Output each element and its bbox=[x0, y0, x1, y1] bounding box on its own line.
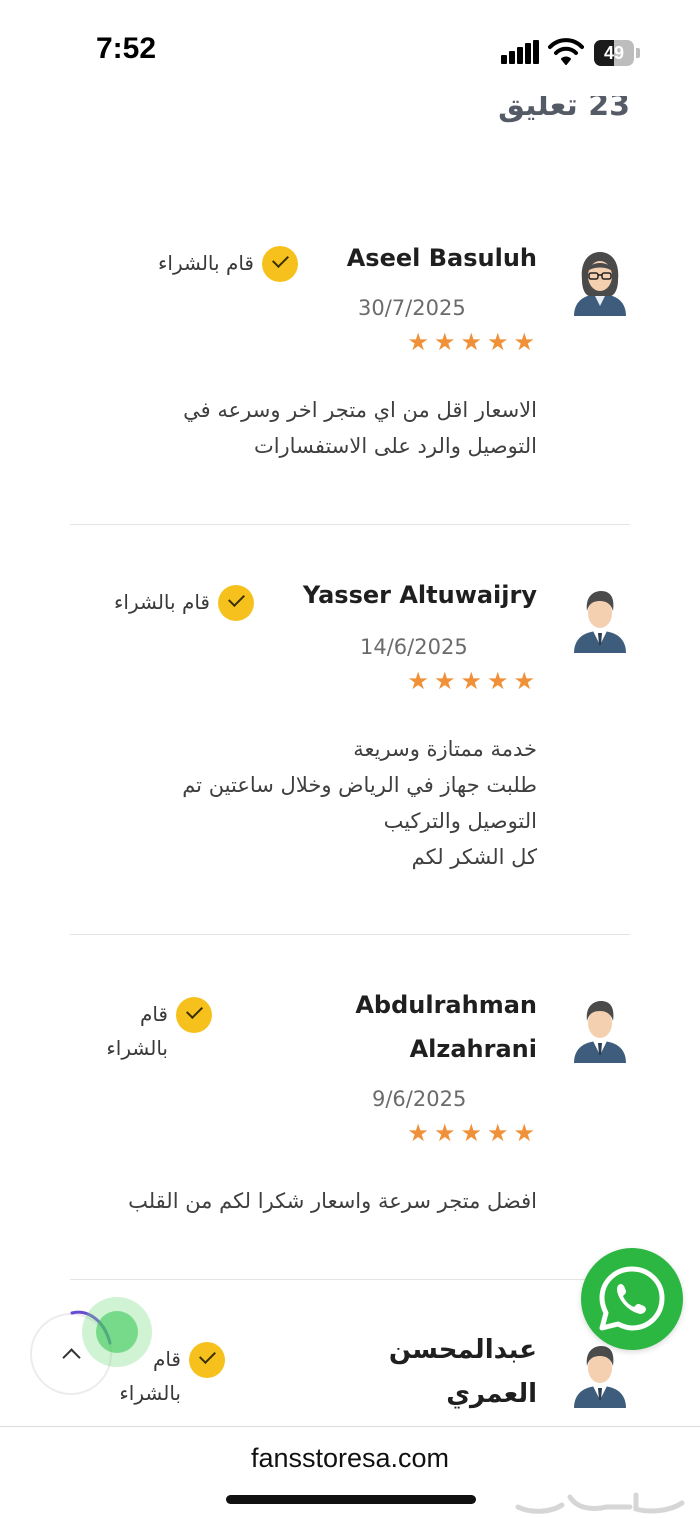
review-date: 9/6/2025 bbox=[372, 1087, 467, 1111]
whatsapp-button[interactable] bbox=[581, 1248, 683, 1350]
star-icon: ★ bbox=[486, 667, 509, 695]
star-icon: ★ bbox=[433, 667, 456, 695]
review-card: Yasser Altuwaijry قام بالشراء 14/6/2025 … bbox=[70, 525, 630, 935]
star-rating: ★ ★ ★ ★ ★ bbox=[402, 1121, 535, 1145]
reviewer-name: عبدالمحسن العمري bbox=[388, 1335, 537, 1409]
star-icon: ★ bbox=[407, 667, 429, 695]
review-text: الاسعار اقل من اي متجر اخر وسرعه في التو… bbox=[183, 398, 537, 458]
home-indicator[interactable] bbox=[226, 1495, 476, 1504]
male-avatar-icon bbox=[574, 1001, 626, 1063]
cellular-signal-icon bbox=[501, 40, 539, 64]
review-card: عبدالمحسن العمري قام بالشراء bbox=[70, 1280, 630, 1426]
battery-icon: 49 bbox=[594, 40, 640, 66]
whatsapp-icon bbox=[599, 1266, 665, 1331]
verified-purchase-badge: قام بالشراء bbox=[114, 585, 254, 621]
verified-check-icon bbox=[176, 997, 212, 1033]
star-icon: ★ bbox=[486, 1119, 509, 1147]
female-avatar-icon bbox=[574, 252, 626, 316]
star-rating: ★ ★ ★ ★ ★ bbox=[402, 330, 535, 354]
review-date: 30/7/2025 bbox=[358, 296, 466, 320]
star-icon: ★ bbox=[513, 328, 535, 356]
star-icon: ★ bbox=[460, 328, 482, 356]
review-card: Abdulrahman Alzahrani قام بالشراء 9/6/20… bbox=[70, 935, 630, 1280]
star-rating: ★ ★ ★ ★ ★ bbox=[402, 669, 535, 693]
star-icon: ★ bbox=[460, 667, 482, 695]
review-date: 14/6/2025 bbox=[360, 635, 468, 659]
review-text: خدمة ممتازة وسريعة طلبت جهاز في الرياض و… bbox=[182, 737, 537, 869]
comments-count: 23 تعليق bbox=[498, 96, 630, 123]
reviewer-name: Aseel Basuluh bbox=[346, 244, 537, 272]
status-time: 7:52 bbox=[96, 32, 157, 65]
verified-label: قام بالشراء bbox=[114, 590, 210, 614]
verified-purchase-badge: قام بالشراء bbox=[102, 997, 212, 1065]
status-bar: 7:52 49 bbox=[0, 0, 700, 96]
male-avatar-icon bbox=[574, 591, 626, 653]
star-icon: ★ bbox=[486, 328, 509, 356]
verified-check-icon bbox=[189, 1342, 225, 1378]
male-avatar-icon bbox=[574, 1346, 626, 1408]
touch-indicator bbox=[82, 1297, 152, 1367]
verified-purchase-badge: قام بالشراء bbox=[158, 246, 298, 282]
verified-label: قام بالشراء bbox=[106, 1002, 168, 1060]
star-icon: ★ bbox=[460, 1119, 482, 1147]
battery-level: 49 bbox=[603, 43, 625, 63]
reviewer-name: Abdulrahman Alzahrani bbox=[355, 991, 537, 1063]
url-text[interactable]: fansstoresa.com bbox=[0, 1443, 700, 1474]
review-card: Aseel Basuluh قام بالشراء 30/7/2025 ★ ★ … bbox=[70, 210, 630, 525]
star-icon: ★ bbox=[433, 328, 456, 356]
star-icon: ★ bbox=[407, 1119, 429, 1147]
reviewer-name: Yasser Altuwaijry bbox=[302, 581, 537, 609]
wifi-icon bbox=[548, 38, 584, 65]
watermark-logo bbox=[515, 1492, 685, 1514]
verified-label: قام بالشراء bbox=[158, 251, 254, 275]
star-icon: ★ bbox=[407, 328, 429, 356]
star-icon: ★ bbox=[513, 667, 535, 695]
browser-bar: fansstoresa.com bbox=[0, 1426, 700, 1518]
comments-count-heading: 23 تعليق bbox=[498, 96, 630, 136]
verified-check-icon bbox=[218, 585, 254, 621]
verified-check-icon bbox=[262, 246, 298, 282]
star-icon: ★ bbox=[513, 1119, 535, 1147]
star-icon: ★ bbox=[433, 1119, 456, 1147]
review-text: افضل متجر سرعة واسعار شكرا لكم من القلب bbox=[128, 1189, 537, 1213]
